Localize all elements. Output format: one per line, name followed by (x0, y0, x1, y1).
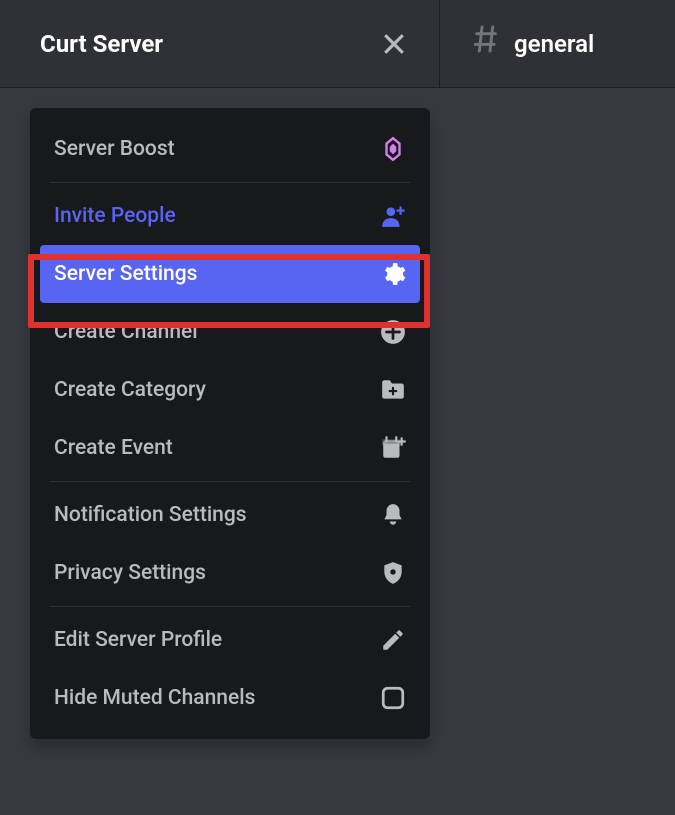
menu-item-notification-settings[interactable]: Notification Settings (40, 486, 420, 544)
menu-label: Invite People (54, 204, 176, 228)
menu-item-hide-muted-channels[interactable]: Hide Muted Channels (40, 669, 420, 727)
menu-item-server-settings[interactable]: Server Settings (40, 245, 420, 303)
menu-label: Privacy Settings (54, 561, 206, 585)
menu-item-privacy-settings[interactable]: Privacy Settings (40, 544, 420, 602)
menu-item-create-channel[interactable]: Create Channel (40, 303, 420, 361)
menu-item-create-event[interactable]: Create Event (40, 419, 420, 477)
boost-icon (380, 136, 406, 162)
shield-icon (380, 560, 406, 586)
server-dropdown-menu: Server Boost Invite People Server Settin… (30, 108, 430, 739)
menu-label: Create Event (54, 436, 173, 460)
gear-icon (380, 261, 406, 287)
menu-label: Server Boost (54, 137, 175, 161)
menu-item-server-boost[interactable]: Server Boost (40, 120, 420, 178)
menu-label: Hide Muted Channels (54, 686, 255, 710)
menu-item-create-category[interactable]: Create Category (40, 361, 420, 419)
channel-header: general (440, 0, 675, 87)
menu-label: Create Category (54, 378, 206, 402)
menu-item-invite-people[interactable]: Invite People (40, 187, 420, 245)
hash-icon (470, 23, 502, 64)
menu-label: Create Channel (54, 320, 198, 344)
server-name: Curt Server (40, 30, 163, 58)
server-header[interactable]: Curt Server (0, 0, 440, 87)
app-header: Curt Server general (0, 0, 675, 88)
channel-name: general (514, 30, 594, 58)
menu-label: Edit Server Profile (54, 628, 222, 652)
add-circle-icon (380, 319, 406, 345)
close-icon[interactable] (379, 29, 409, 59)
calendar-add-icon (380, 435, 406, 461)
pencil-icon (380, 627, 406, 653)
folder-add-icon (380, 377, 406, 403)
divider (50, 481, 410, 482)
bell-icon (380, 502, 406, 528)
add-person-icon (380, 203, 406, 229)
menu-label: Server Settings (54, 262, 197, 286)
divider (50, 606, 410, 607)
checkbox-empty-icon (380, 685, 406, 711)
menu-label: Notification Settings (54, 503, 247, 527)
menu-item-edit-server-profile[interactable]: Edit Server Profile (40, 611, 420, 669)
divider (50, 182, 410, 183)
